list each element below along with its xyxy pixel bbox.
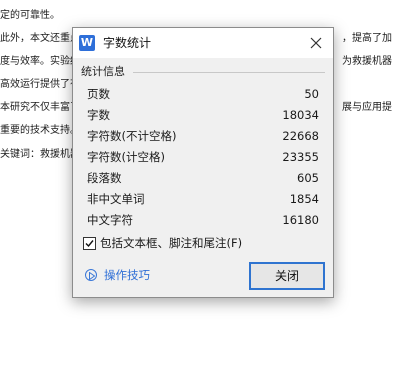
stat-label: 非中文单词 [87, 192, 145, 206]
stat-label: 中文字符 [87, 213, 133, 227]
stat-label: 段落数 [87, 171, 122, 185]
close-icon [310, 37, 322, 49]
statistics-list: 页数 50 字数 18034 字符数(不计空格) 22668 字符数(计空格) … [87, 86, 319, 233]
document-fragment: 展与应用提 [342, 102, 392, 113]
group-divider [133, 72, 325, 73]
stat-label: 页数 [87, 87, 110, 101]
document-line: 高效运行提供了有 [0, 79, 80, 90]
document-line: 此外，本文还重点 [0, 33, 80, 44]
stat-row-words: 字数 18034 [87, 107, 319, 128]
document-line: 重要的技术支持。 [0, 125, 80, 136]
close-dialog-button[interactable] [299, 28, 333, 58]
stat-row-pages: 页数 50 [87, 86, 319, 107]
dialog-title: 字数统计 [103, 36, 152, 50]
stat-label: 字数 [87, 108, 110, 122]
stat-row-characters-no-spaces: 字符数(不计空格) 22668 [87, 128, 319, 149]
stat-value: 605 [297, 171, 319, 185]
play-circle-icon [85, 269, 97, 281]
stat-value: 1854 [289, 192, 319, 206]
stat-row-characters-with-spaces: 字符数(计空格) 23355 [87, 149, 319, 170]
stat-row-paragraphs: 段落数 605 [87, 170, 319, 191]
stat-value: 16180 [282, 213, 319, 227]
close-button[interactable]: 关闭 [249, 262, 325, 290]
document-line: 本研究不仅丰富了 [0, 102, 80, 113]
stat-row-non-chinese-words: 非中文单词 1854 [87, 191, 319, 212]
wps-writer-icon: W [79, 35, 95, 51]
stat-value: 23355 [282, 150, 319, 164]
document-fragment: ，提高了加 [342, 33, 392, 44]
checkbox-label[interactable]: 包括文本框、脚注和尾注(F) [100, 236, 242, 251]
checkmark-icon [85, 240, 94, 248]
document-line: 度与效率。实验结 [0, 56, 80, 67]
stat-label: 字符数(不计空格) [87, 129, 177, 143]
dialog-titlebar[interactable]: W 字数统计 [73, 28, 333, 58]
word-count-dialog: W 字数统计 统计信息 页数 50 字数 18034 字符数(不计空格) 226… [72, 27, 334, 298]
stat-value: 50 [304, 87, 319, 101]
statistics-group-title: 统计信息 [81, 65, 127, 79]
checkbox-box[interactable] [83, 237, 96, 250]
document-fragment: 为救援机器 [342, 56, 392, 67]
stat-label: 字符数(计空格) [87, 150, 165, 164]
stat-row-chinese-characters: 中文字符 16180 [87, 212, 319, 233]
tips-label[interactable]: 操作技巧 [104, 268, 150, 283]
document-line: 关键词：救援机器 [0, 149, 80, 160]
document-line: 定的可靠性。 [0, 10, 60, 21]
stat-value: 18034 [282, 108, 319, 122]
stat-value: 22668 [282, 129, 319, 143]
